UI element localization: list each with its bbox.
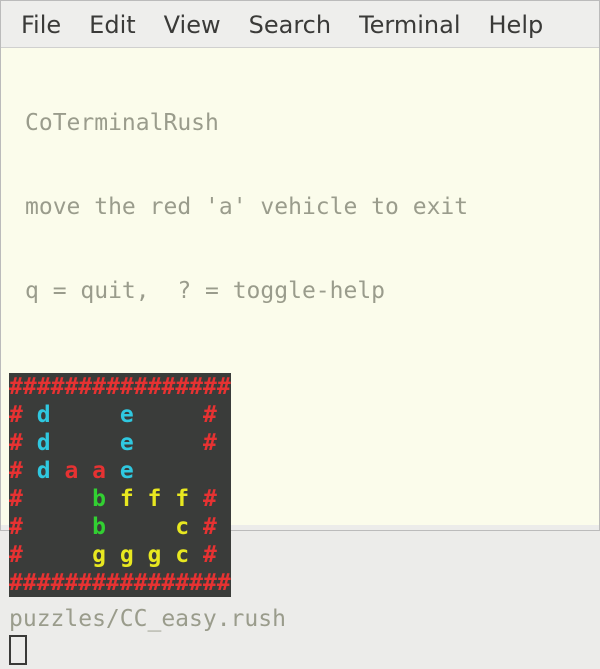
menubar: File Edit View Search Terminal Help	[1, 1, 599, 48]
game-board: ################ # d e # # d e # # d a a…	[9, 373, 231, 597]
menu-terminal[interactable]: Terminal	[359, 11, 460, 39]
terminal-cursor	[9, 635, 27, 665]
menu-help[interactable]: Help	[489, 11, 544, 39]
menu-search[interactable]: Search	[249, 11, 331, 39]
game-keys: q = quit, ? = toggle-help	[25, 277, 599, 305]
game-header: CoTerminalRush move the red 'a' vehicle …	[1, 53, 599, 361]
game-instructions: move the red 'a' vehicle to exit	[25, 193, 599, 221]
terminal-area[interactable]: CoTerminalRush move the red 'a' vehicle …	[1, 48, 599, 525]
menu-file[interactable]: File	[21, 11, 61, 39]
menu-view[interactable]: View	[164, 11, 221, 39]
puzzle-path: puzzles/CC_easy.rush	[1, 605, 599, 633]
menu-edit[interactable]: Edit	[89, 11, 135, 39]
game-title: CoTerminalRush	[25, 109, 599, 137]
